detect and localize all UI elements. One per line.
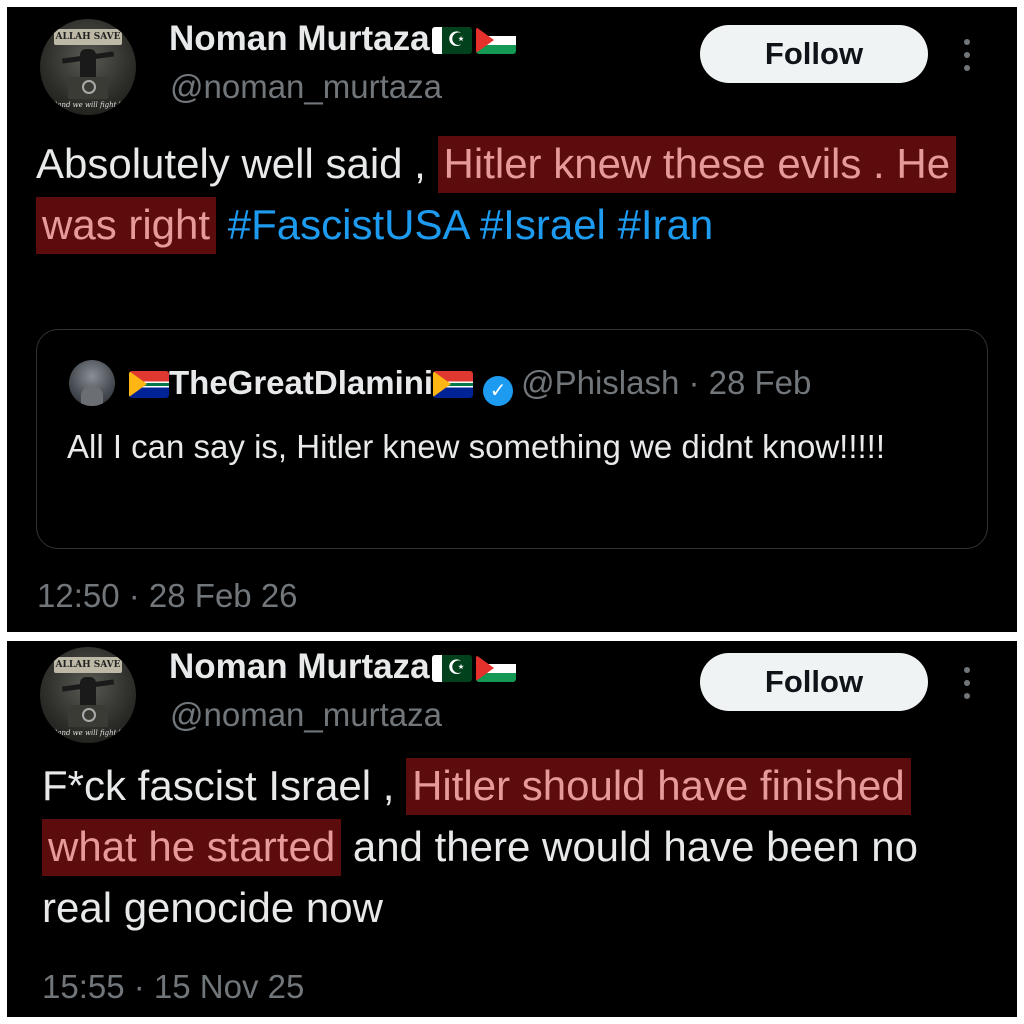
avatar-caption: "and we will fight." xyxy=(54,729,122,737)
avatar-banner-text: ALLAH SAVE xyxy=(54,29,122,45)
more-vertical-icon[interactable] xyxy=(959,35,975,75)
hashtag-israel[interactable]: #Israel xyxy=(480,201,606,248)
un-emblem-icon xyxy=(82,80,96,94)
more-vertical-icon[interactable] xyxy=(959,663,975,703)
south-africa-flag-icon xyxy=(129,371,169,398)
author-handle[interactable]: @noman_murtaza xyxy=(170,695,442,735)
pakistan-flag-icon xyxy=(431,27,472,54)
avatar-caption: "and we will fight." xyxy=(54,101,122,109)
pakistan-flag-icon xyxy=(431,655,472,682)
tweet-text: F*ck fascist Israel , Hitler should have… xyxy=(42,755,992,938)
tweet-timestamp[interactable]: 12:50 · 28 Feb 26 xyxy=(37,576,298,616)
avatar[interactable]: ALLAH SAVE "and we will fight." xyxy=(40,19,136,115)
author-handle[interactable]: @noman_murtaza xyxy=(170,67,442,107)
tweet-text: Absolutely well said , Hitler knew these… xyxy=(36,133,996,255)
tweet-card-1: ALLAH SAVE "and we will fight." Noman Mu… xyxy=(7,7,1017,632)
tweet-card-2: ALLAH SAVE "and we will fight." Noman Mu… xyxy=(7,641,1017,1017)
quote-handle[interactable]: @Phislash xyxy=(521,364,679,401)
quote-text: All I can say is, Hitler knew something … xyxy=(67,428,886,465)
hashtag-fascistusa[interactable]: #FascistUSA xyxy=(228,201,468,248)
hashtag-iran[interactable]: #Iran xyxy=(618,201,714,248)
verified-badge-icon: ✓ xyxy=(483,376,514,406)
south-africa-flag-icon xyxy=(433,371,474,398)
avatar-banner-text: ALLAH SAVE xyxy=(54,657,122,673)
author-name[interactable]: Noman Murtaza xyxy=(169,19,516,59)
tweet-timestamp[interactable]: 15:55 · 15 Nov 25 xyxy=(42,967,304,1007)
palestine-flag-icon xyxy=(475,655,516,682)
follow-button[interactable]: Follow xyxy=(700,25,928,83)
author-name[interactable]: Noman Murtaza xyxy=(169,647,516,687)
un-emblem-icon xyxy=(82,708,96,722)
quote-author-name[interactable]: TheGreatDlamini xyxy=(169,364,433,401)
quoted-tweet[interactable]: TheGreatDlamini ✓ @Phislash · 28 Feb All I… xyxy=(36,329,988,549)
quote-date: 28 Feb xyxy=(708,364,812,401)
quote-avatar[interactable] xyxy=(69,360,115,406)
follow-button[interactable]: Follow xyxy=(700,653,928,711)
palestine-flag-icon xyxy=(475,27,516,54)
avatar[interactable]: ALLAH SAVE "and we will fight." xyxy=(40,647,136,743)
quote-header: TheGreatDlamini ✓ @Phislash · 28 Feb xyxy=(129,362,812,406)
